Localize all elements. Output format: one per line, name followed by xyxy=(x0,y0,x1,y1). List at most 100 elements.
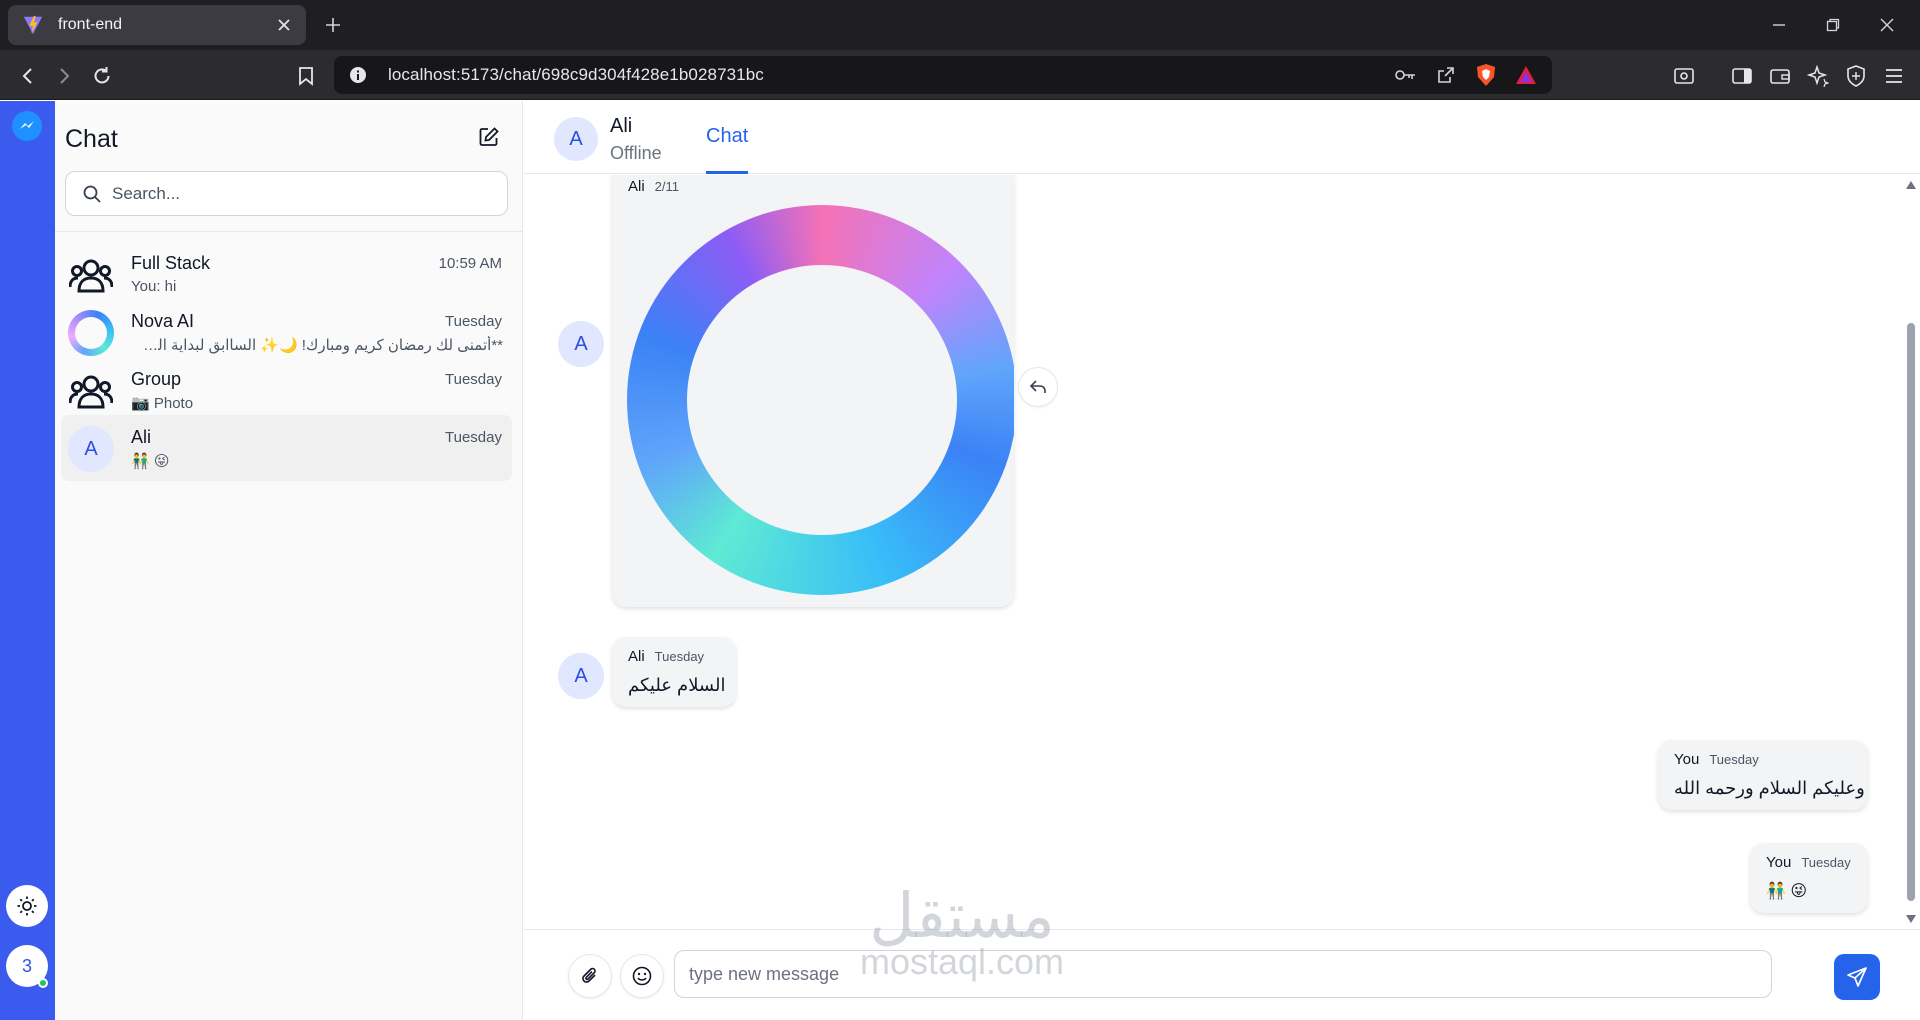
conversation-name: Nova AI xyxy=(131,311,195,331)
bookmark-icon[interactable] xyxy=(292,62,320,90)
conversation-item-nova-ai[interactable]: Nova AI Tuesday **أتمنى لك رمضان كريم وم… xyxy=(61,299,512,365)
avatar-initial: A xyxy=(68,426,114,472)
conversation-item-ali[interactable]: A Ali Tuesday 👬 😜 xyxy=(61,415,512,481)
reload-icon[interactable] xyxy=(88,62,116,90)
menu-icon[interactable] xyxy=(1880,62,1908,90)
message-composer xyxy=(524,929,1920,1020)
message-scrollbar[interactable] xyxy=(1902,175,1920,929)
message-time: 2/11 xyxy=(654,179,680,194)
scroll-down-icon[interactable] xyxy=(1906,915,1916,923)
own-message-bubble[interactable]: You Tuesday وعليكم السلام ورحمه الله xyxy=(1658,740,1868,810)
search-input[interactable] xyxy=(112,183,492,204)
sun-icon xyxy=(17,896,37,916)
reply-icon xyxy=(1029,380,1046,393)
sidebar-divider xyxy=(55,231,523,232)
close-tab-icon[interactable] xyxy=(272,13,296,37)
key-icon[interactable] xyxy=(1392,61,1420,89)
messenger-logo-icon[interactable] xyxy=(12,111,42,141)
restore-icon[interactable] xyxy=(1820,12,1846,38)
image-message-bubble[interactable]: Ali 2/11 xyxy=(612,175,1014,607)
paperclip-icon xyxy=(582,967,596,983)
message-time: Tuesday xyxy=(1801,855,1851,870)
contact-avatar[interactable]: A xyxy=(554,117,598,161)
conversation-name: Ali xyxy=(131,427,152,447)
message-input[interactable] xyxy=(674,950,1772,998)
scroll-up-icon[interactable] xyxy=(1906,181,1916,189)
search-box[interactable] xyxy=(65,171,508,216)
tab-title: front-end xyxy=(58,16,123,33)
close-window-icon[interactable] xyxy=(1874,12,1900,38)
send-icon xyxy=(1847,967,1867,987)
send-button[interactable] xyxy=(1834,954,1880,1000)
tab-active-indicator xyxy=(706,171,748,174)
smiley-icon xyxy=(632,966,652,986)
own-message-bubble[interactable]: You Tuesday 👬 😜 xyxy=(1750,843,1868,913)
brave-shield-icon[interactable] xyxy=(1472,61,1500,89)
browser-toolbar: localhost:5173/chat/698c9d304f428e1b0287… xyxy=(0,50,1920,100)
browser-titlebar: front-end xyxy=(0,0,1920,50)
wallet-icon[interactable] xyxy=(1766,62,1794,90)
compose-icon[interactable] xyxy=(475,123,503,151)
message-image[interactable] xyxy=(627,205,1014,595)
forward-icon[interactable] xyxy=(50,62,78,90)
conversation-item-full-stack[interactable]: Full Stack 10:59 AM You: hi xyxy=(61,241,512,307)
message-avatar: A xyxy=(558,653,604,699)
scroll-thumb[interactable] xyxy=(1907,323,1915,901)
new-tab-icon[interactable] xyxy=(320,12,346,38)
message-text: السلام عليكم xyxy=(628,675,726,695)
vite-icon xyxy=(23,15,43,35)
message-time: Tuesday xyxy=(1709,752,1759,767)
online-status-dot xyxy=(38,978,48,988)
sidebar-toggle-icon[interactable] xyxy=(1728,62,1756,90)
sidebar-title: Chat xyxy=(65,125,118,153)
url-text[interactable]: localhost:5173/chat/698c9d304f428e1b0287… xyxy=(388,65,1392,85)
message-sender: You xyxy=(1766,854,1792,871)
attach-button[interactable] xyxy=(568,954,612,998)
site-info-icon[interactable] xyxy=(348,65,368,85)
group-icon xyxy=(67,251,115,299)
tab-chat[interactable]: Chat xyxy=(706,125,748,148)
message-sender: You xyxy=(1674,751,1700,768)
conversation-preview: 👬 😜 xyxy=(131,453,170,470)
back-icon[interactable] xyxy=(14,62,42,90)
screenshot-icon[interactable] xyxy=(1670,62,1698,90)
conversation-name: Group xyxy=(131,369,182,389)
conversation-time: 10:59 AM xyxy=(438,255,502,272)
search-icon xyxy=(83,185,101,203)
message-sender: Ali xyxy=(628,178,645,195)
contact-name: Ali xyxy=(610,115,633,137)
chat-panel: A Ali Offline Chat A Ali 2/11 A Ali Tues… xyxy=(524,101,1920,1020)
conversation-preview: **أتمنى لك رمضان كريم ومبارك! 🌙✨ الساابق… xyxy=(131,337,503,354)
theme-toggle-button[interactable] xyxy=(6,885,48,927)
chat-header: A Ali Offline Chat xyxy=(524,101,1920,174)
emoji-button[interactable] xyxy=(620,954,664,998)
conversation-item-group[interactable]: Group Tuesday 📷 Photo xyxy=(61,357,512,423)
vpn-icon[interactable] xyxy=(1842,62,1870,90)
address-bar[interactable]: localhost:5173/chat/698c9d304f428e1b0287… xyxy=(334,56,1552,94)
conversation-preview: You: hi xyxy=(131,278,177,295)
conversation-name: Full Stack xyxy=(131,253,211,273)
message-list[interactable]: A Ali 2/11 A Ali Tuesday السلام عليكم Yo… xyxy=(524,175,1920,929)
group-icon xyxy=(67,367,115,415)
message-text: وعليكم السلام ورحمه الله xyxy=(1674,778,1865,798)
brave-rewards-icon[interactable] xyxy=(1512,61,1540,89)
nova-ai-avatar xyxy=(67,309,115,357)
app-rail: 3 xyxy=(0,101,55,1020)
contact-status: Offline xyxy=(610,143,662,163)
minimize-icon[interactable] xyxy=(1766,12,1792,38)
share-icon[interactable] xyxy=(1432,61,1460,89)
conversation-time: Tuesday xyxy=(445,313,502,330)
message-sender: Ali xyxy=(628,648,645,665)
conversation-time: Tuesday xyxy=(445,429,502,446)
message-avatar: A xyxy=(558,321,604,367)
message-time: Tuesday xyxy=(654,649,705,664)
reply-button[interactable] xyxy=(1018,367,1058,407)
message-text: 👬 😜 xyxy=(1766,883,1808,900)
conversation-time: Tuesday xyxy=(445,371,502,388)
conversation-sidebar: Chat Full Stack 10:59 AM You: hi Nova AI xyxy=(55,101,523,1020)
avatar: A xyxy=(67,425,115,473)
conversation-preview: 📷 Photo xyxy=(131,395,194,412)
browser-tab[interactable]: front-end xyxy=(8,5,306,45)
message-bubble[interactable]: Ali Tuesday السلام عليكم xyxy=(612,637,736,707)
leo-ai-icon[interactable] xyxy=(1804,62,1832,90)
